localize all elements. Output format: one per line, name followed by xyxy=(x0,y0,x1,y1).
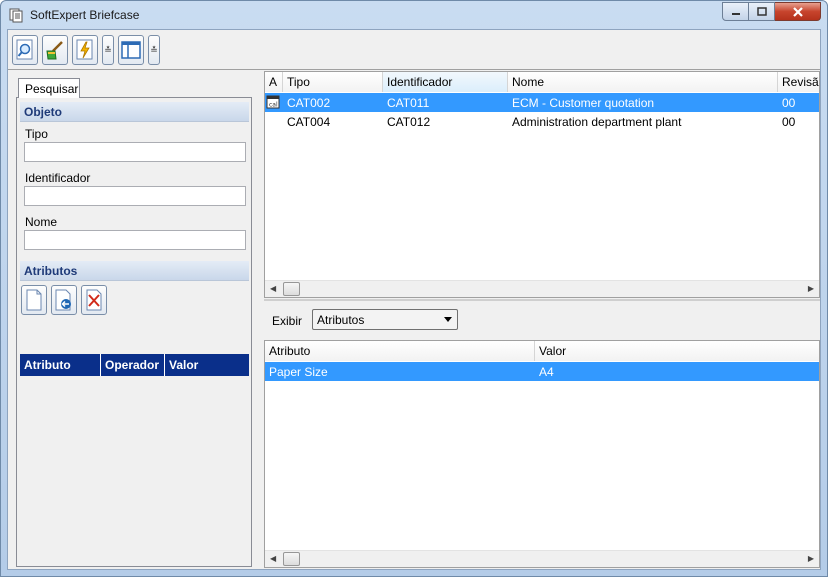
attach-attribute-button[interactable] xyxy=(51,285,77,315)
lightning-document-icon xyxy=(76,39,93,60)
exibir-bar: Exibir Atributos xyxy=(264,301,820,339)
col-nome[interactable]: Nome xyxy=(508,72,778,92)
maximize-icon xyxy=(756,7,767,16)
title-bar[interactable]: SoftExpert Briefcase xyxy=(1,1,827,29)
close-button[interactable] xyxy=(775,2,821,21)
cell-revisao: 00 xyxy=(782,115,796,129)
scroll-thumb[interactable] xyxy=(283,282,300,296)
results-grid-header: A Tipo Identificador Nome Revisão xyxy=(265,72,819,92)
detail-horizontal-scrollbar[interactable]: ◀ ▶ xyxy=(265,550,819,567)
exibir-select[interactable]: Atributos xyxy=(312,309,458,330)
delete-attribute-button[interactable] xyxy=(81,285,107,315)
tipo-label: Tipo xyxy=(25,127,48,141)
row-type-icon-cell: cal xyxy=(265,93,283,112)
window-title: SoftExpert Briefcase xyxy=(30,8,140,22)
cell-atributo: Paper Size xyxy=(269,365,328,379)
col-identificador[interactable]: Identificador xyxy=(383,72,508,92)
col-valor[interactable]: Valor xyxy=(535,341,819,361)
col-a[interactable]: A xyxy=(265,72,283,92)
toolbar: ≛ ≛ xyxy=(8,30,820,70)
close-icon xyxy=(792,6,803,17)
objeto-section-header: Objeto xyxy=(20,102,249,122)
cell-tipo: CAT004 xyxy=(287,115,331,129)
execute-button[interactable] xyxy=(72,35,98,65)
layout-button[interactable] xyxy=(118,35,144,65)
table-row[interactable]: CAT004 CAT012 Administration department … xyxy=(265,112,819,131)
attribute-actions xyxy=(20,285,120,315)
table-row[interactable]: Paper Size A4 xyxy=(265,362,819,381)
search-button[interactable] xyxy=(12,35,38,65)
app-window: SoftExpert Briefcase ≛ ≛ Pesquisar Objet… xyxy=(0,0,828,577)
exibir-selected-value: Atributos xyxy=(317,313,365,327)
cell-nome: ECM - Customer quotation xyxy=(512,96,655,110)
cell-tipo: CAT002 xyxy=(287,96,331,110)
clean-button[interactable] xyxy=(42,35,68,65)
new-attribute-button[interactable] xyxy=(21,285,47,315)
scroll-right-icon[interactable]: ▶ xyxy=(808,554,814,563)
scroll-thumb[interactable] xyxy=(283,552,300,566)
identificador-label: Identificador xyxy=(25,171,91,185)
client-area: ≛ ≛ Pesquisar Objeto Tipo Identificador xyxy=(7,29,821,570)
cell-identificador: CAT012 xyxy=(387,115,431,129)
results-grid[interactable]: A Tipo Identificador Nome Revisão cal CA… xyxy=(264,71,820,298)
cell-revisao: 00 xyxy=(782,96,796,110)
tipo-field[interactable] xyxy=(24,142,246,162)
maximize-button[interactable] xyxy=(749,2,775,21)
nome-field[interactable] xyxy=(24,230,246,250)
briefcase-app-icon xyxy=(8,7,24,23)
col-tipo[interactable]: Tipo xyxy=(283,72,383,92)
delete-document-icon xyxy=(86,289,102,311)
panel-layout-icon xyxy=(121,41,141,59)
minimize-icon xyxy=(731,12,740,15)
chevron-down-icon: ≛ xyxy=(150,44,158,55)
atributos-section-header: Atributos xyxy=(20,261,249,281)
attribute-filter-grid[interactable]: Atributo Operador Valor xyxy=(20,354,249,565)
col-atributo[interactable]: Atributo xyxy=(265,341,535,361)
chevron-down-icon: ≛ xyxy=(104,44,112,55)
row-type-icon-cell xyxy=(265,112,283,131)
search-icon xyxy=(16,39,33,60)
results-horizontal-scrollbar[interactable]: ◀ ▶ xyxy=(265,280,819,297)
exibir-label: Exibir xyxy=(272,314,303,328)
document-arrow-icon xyxy=(55,289,71,311)
attr-col-operador[interactable]: Operador xyxy=(101,354,165,376)
identificador-field[interactable] xyxy=(24,186,246,206)
dropdown-arrow-icon xyxy=(444,317,452,322)
detail-grid-header: Atributo Valor xyxy=(265,341,819,361)
attributes-detail-grid[interactable]: Atributo Valor Paper Size A4 ◀ ▶ xyxy=(264,340,820,568)
minimize-button[interactable] xyxy=(722,2,749,21)
table-row[interactable]: cal CAT002 CAT011 ECM - Customer quotati… xyxy=(265,93,819,112)
col-revisao[interactable]: Revisão xyxy=(778,72,819,92)
cell-identificador: CAT011 xyxy=(387,96,430,110)
scroll-left-icon[interactable]: ◀ xyxy=(270,284,276,293)
new-document-icon xyxy=(26,289,42,311)
search-form: Objeto Tipo Identificador Nome Atributos xyxy=(16,97,252,567)
scroll-left-icon[interactable]: ◀ xyxy=(270,554,276,563)
cell-nome: Administration department plant xyxy=(512,115,682,129)
attr-col-valor[interactable]: Valor xyxy=(165,354,249,376)
document-calendar-icon: cal xyxy=(266,95,280,109)
layout-dropdown-button[interactable]: ≛ xyxy=(148,35,160,65)
nome-label: Nome xyxy=(25,215,58,229)
cell-valor: A4 xyxy=(539,365,554,379)
execute-dropdown-button[interactable]: ≛ xyxy=(102,35,114,65)
tab-pesquisar[interactable]: Pesquisar xyxy=(18,78,80,98)
attr-col-atributo[interactable]: Atributo xyxy=(20,354,101,376)
broom-clean-icon xyxy=(46,41,63,60)
scroll-right-icon[interactable]: ▶ xyxy=(808,284,814,293)
svg-text:cal: cal xyxy=(269,102,278,109)
search-panel: Pesquisar Objeto Tipo Identificador Nome… xyxy=(12,71,252,568)
